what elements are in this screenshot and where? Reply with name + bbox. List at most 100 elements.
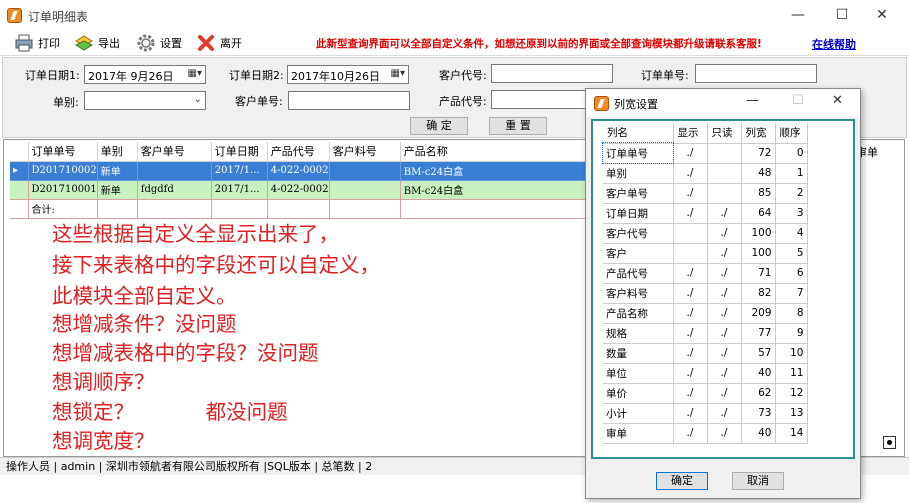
settings-row[interactable]: 客户代号 ./100 4 xyxy=(603,223,808,244)
order-cell[interactable]: 8 xyxy=(775,303,808,324)
readonly-checkbox-cell[interactable]: ./ xyxy=(707,323,742,344)
readonly-checkbox-cell[interactable]: ./ xyxy=(707,303,742,324)
settings-row[interactable]: 客户 ./100 5 xyxy=(603,243,808,264)
width-cell[interactable]: 57 xyxy=(741,343,776,364)
width-cell[interactable]: 82 xyxy=(741,283,776,304)
show-checkbox-cell[interactable] xyxy=(673,243,708,264)
online-help-link[interactable]: 在线帮助 xyxy=(812,36,856,52)
readonly-checkbox-cell[interactable]: ./ xyxy=(707,383,742,404)
show-checkbox-cell[interactable]: ./ xyxy=(673,143,708,164)
width-cell[interactable]: 100 xyxy=(741,223,776,244)
width-cell[interactable]: 77 xyxy=(741,323,776,344)
show-checkbox-cell[interactable]: ./ xyxy=(673,363,708,384)
table-row[interactable]: ▸ D201710002 新单 2017/1... 4-022-0002 BM-… xyxy=(10,161,587,181)
grid-corner-button[interactable] xyxy=(883,436,896,449)
order-cell[interactable]: 0 xyxy=(775,143,808,164)
readonly-checkbox-cell[interactable]: ./ xyxy=(707,343,742,364)
order-cell[interactable]: 3 xyxy=(775,203,808,224)
width-cell[interactable]: 71 xyxy=(741,263,776,284)
order-cell[interactable]: 13 xyxy=(775,403,808,424)
dialog-minimize-button[interactable]: — xyxy=(746,93,759,108)
readonly-checkbox-cell[interactable] xyxy=(707,163,742,184)
col-header[interactable]: 客户单号 xyxy=(137,142,212,162)
order-cell[interactable]: 10 xyxy=(775,343,808,364)
readonly-checkbox-cell[interactable] xyxy=(707,143,742,164)
width-cell[interactable]: 62 xyxy=(741,383,776,404)
settings-button[interactable]: 设置 xyxy=(136,32,182,54)
order-no-input[interactable] xyxy=(695,64,817,83)
show-checkbox-cell[interactable]: ./ xyxy=(673,283,708,304)
readonly-checkbox-cell[interactable]: ./ xyxy=(707,363,742,384)
width-cell[interactable]: 73 xyxy=(741,403,776,424)
show-checkbox-cell[interactable]: ./ xyxy=(673,203,708,224)
order-cell[interactable]: 9 xyxy=(775,323,808,344)
settings-row[interactable]: 审单 ././40 14 xyxy=(603,423,808,444)
show-checkbox-cell[interactable]: ./ xyxy=(673,423,708,444)
settings-row[interactable]: 产品名称 ././209 8 xyxy=(603,303,808,324)
reset-button[interactable]: 重 置 xyxy=(489,117,547,135)
order-cell[interactable]: 5 xyxy=(775,243,808,264)
width-cell[interactable]: 40 xyxy=(741,423,776,444)
column-settings-grid[interactable]: 列名 显示 只读 列宽 顺序 订单单号 ./72 0 单别 ./48 1 客户单号 ./85 2… xyxy=(591,119,855,459)
close-button[interactable]: ✕ xyxy=(862,4,902,26)
settings-row[interactable]: 数量 ././57 10 xyxy=(603,343,808,364)
width-cell[interactable]: 72 xyxy=(741,143,776,164)
date1-picker[interactable]: 2017年 9月26日 ▦▾ xyxy=(84,65,206,84)
settings-row[interactable]: 单别 ./ 48 1 xyxy=(603,163,808,184)
readonly-checkbox-cell[interactable]: ./ xyxy=(707,263,742,284)
width-cell[interactable]: 64 xyxy=(741,203,776,224)
settings-row[interactable]: 单价 ././62 12 xyxy=(603,383,808,404)
col-header[interactable]: 订单日期 xyxy=(211,142,268,162)
readonly-checkbox-cell[interactable]: ./ xyxy=(707,283,742,304)
show-checkbox-cell[interactable]: ./ xyxy=(673,183,708,204)
dialog-ok-button[interactable]: 确定 xyxy=(656,472,708,490)
order-cell[interactable]: 4 xyxy=(775,223,808,244)
width-cell[interactable]: 85 xyxy=(741,183,776,204)
col-header[interactable]: 单别 xyxy=(97,142,138,162)
customer-code-input[interactable] xyxy=(491,64,613,83)
readonly-checkbox-cell[interactable] xyxy=(707,183,742,204)
show-checkbox-cell[interactable]: ./ xyxy=(673,323,708,344)
order-cell[interactable]: 14 xyxy=(775,423,808,444)
settings-row[interactable]: 规格 ././77 9 xyxy=(603,323,808,344)
show-checkbox-cell[interactable]: ./ xyxy=(673,263,708,284)
col-header[interactable]: 产品代号 xyxy=(267,142,330,162)
settings-row[interactable]: 客户单号 ./ 85 2 xyxy=(603,183,808,204)
col-header[interactable]: 产品名称 xyxy=(400,142,587,162)
show-checkbox-cell[interactable]: ./ xyxy=(673,343,708,364)
dialog-maximize-button[interactable]: ☐ xyxy=(792,93,804,108)
order-cell[interactable]: 1 xyxy=(775,163,808,184)
dialog-close-button[interactable]: ✕ xyxy=(832,93,843,108)
settings-row[interactable]: 订单日期 ././64 3 xyxy=(603,203,808,224)
width-cell[interactable]: 40 xyxy=(741,363,776,384)
settings-row[interactable]: 单位 ././40 11 xyxy=(603,363,808,384)
width-cell[interactable]: 209 xyxy=(741,303,776,324)
order-cell[interactable]: 7 xyxy=(775,283,808,304)
readonly-checkbox-cell[interactable]: ./ xyxy=(707,223,742,244)
readonly-checkbox-cell[interactable]: ./ xyxy=(707,423,742,444)
date2-picker[interactable]: 2017年10月26日 ▦▾ xyxy=(287,65,409,84)
readonly-checkbox-cell[interactable]: ./ xyxy=(707,403,742,424)
order-cell[interactable]: 2 xyxy=(775,183,808,204)
print-button[interactable]: 打印 xyxy=(14,32,60,54)
col-header[interactable]: 订单单号 xyxy=(28,142,98,162)
type-select[interactable]: ⌄ xyxy=(84,91,206,110)
minimize-button[interactable]: — xyxy=(778,4,818,26)
order-cell[interactable]: 11 xyxy=(775,363,808,384)
show-checkbox-cell[interactable]: ./ xyxy=(673,303,708,324)
settings-row[interactable]: 客户料号 ././82 7 xyxy=(603,283,808,304)
maximize-button[interactable]: ☐ xyxy=(822,4,862,26)
show-checkbox-cell[interactable]: ./ xyxy=(673,383,708,404)
show-checkbox-cell[interactable]: ./ xyxy=(673,163,708,184)
show-checkbox-cell[interactable] xyxy=(673,223,708,244)
settings-row[interactable]: 订单单号 ./ 72 0 xyxy=(602,142,808,164)
order-cell[interactable]: 6 xyxy=(775,263,808,284)
table-row[interactable]: D201710001 新单 fdgdfd 2017/1... 4-022-000… xyxy=(10,180,587,200)
readonly-checkbox-cell[interactable]: ./ xyxy=(707,243,742,264)
export-button[interactable]: 导出 xyxy=(74,32,120,54)
settings-row[interactable]: 小计 ././73 13 xyxy=(603,403,808,424)
dialog-cancel-button[interactable]: 取消 xyxy=(732,472,784,490)
col-header[interactable]: 客户料号 xyxy=(329,142,401,162)
show-checkbox-cell[interactable]: ./ xyxy=(673,403,708,424)
readonly-checkbox-cell[interactable]: ./ xyxy=(707,203,742,224)
